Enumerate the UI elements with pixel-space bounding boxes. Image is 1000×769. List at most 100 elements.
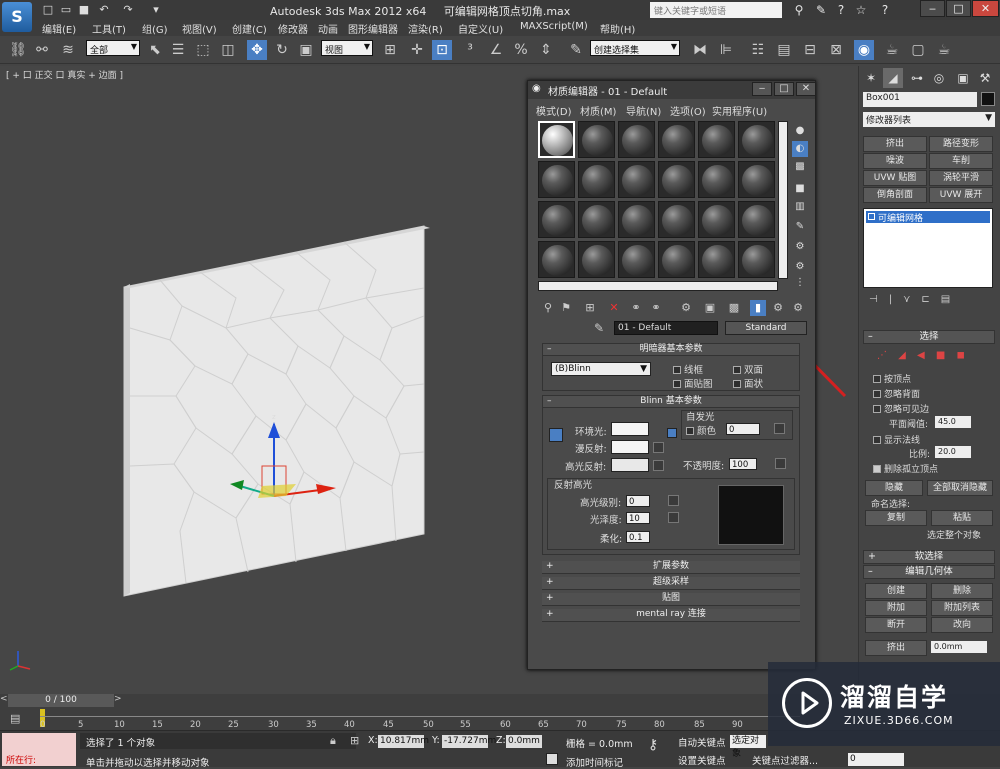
sample-slot[interactable]	[578, 201, 615, 238]
unwrap-uvw-button[interactable]: UVW 展开	[929, 187, 993, 203]
viewport-label[interactable]: [ + 口 正交 口 真实 + 边面 ]	[6, 68, 123, 81]
maps-rollout-header[interactable]: + 贴图	[542, 593, 800, 606]
menu-customize[interactable]: 自定义(U)	[458, 21, 503, 36]
detach-button[interactable]: 断开	[865, 617, 927, 633]
sample-slot[interactable]	[738, 201, 775, 238]
delete-isolated-checkbox[interactable]: 删除孤立顶点	[873, 462, 938, 475]
bind-space-warp-icon[interactable]: ≋	[58, 40, 78, 60]
diffuse-map-button[interactable]	[653, 442, 664, 453]
menu-help[interactable]: 帮助(H)	[600, 21, 635, 36]
options-icon[interactable]: ⚙	[792, 239, 808, 255]
me-menu-modes[interactable]: 模式(D)	[536, 103, 572, 118]
sample-slots-scrollbar[interactable]	[778, 121, 788, 279]
sample-uv-tiling-icon[interactable]: ■	[792, 181, 808, 197]
make-preview-icon[interactable]: ✎	[792, 219, 808, 235]
sample-slot[interactable]	[538, 241, 575, 278]
attach-list-button[interactable]: 附加列表	[931, 600, 993, 616]
stack-tools-icons[interactable]: ⊣|⋎⊏▤	[869, 294, 989, 308]
rect-selection-icon[interactable]: ⬚	[193, 40, 213, 60]
menu-rendering[interactable]: 渲染(R)	[408, 21, 443, 36]
faceted-checkbox[interactable]: 面状	[733, 376, 763, 390]
minimize-button[interactable]: ‒	[920, 0, 945, 17]
menu-modifiers[interactable]: 修改器	[278, 21, 308, 36]
soft-selection-rollout-header[interactable]: + 软选择	[863, 550, 995, 564]
maxscript-listener[interactable]: 所在行:	[2, 733, 76, 766]
lock-ambient-diffuse-icon[interactable]	[549, 428, 563, 442]
time-prev-icon[interactable]: <	[0, 694, 8, 707]
delete-button[interactable]: 删除	[931, 583, 993, 599]
percent-snap-icon[interactable]: %	[511, 40, 531, 60]
glossiness-map-button[interactable]	[668, 512, 679, 523]
binoculars-icon[interactable]: ⚲	[790, 1, 808, 19]
get-material-icon[interactable]: ⚲	[540, 300, 556, 316]
key-filters-button[interactable]: 关键点过滤器...	[752, 753, 818, 767]
go-to-parent-icon[interactable]: ⚙	[770, 300, 786, 316]
self-illum-spinner[interactable]: 0	[726, 423, 760, 435]
absolute-mode-icon[interactable]: ⊞	[350, 734, 359, 747]
me-close-button[interactable]: ✕	[796, 82, 816, 96]
by-vertex-checkbox[interactable]: 按顶点	[873, 372, 911, 385]
me-menu-options[interactable]: 选项(O)	[670, 103, 706, 118]
window-crossing-icon[interactable]: ◫	[218, 40, 238, 60]
redo-icon[interactable]: ↷	[120, 2, 136, 17]
ignore-visible-edges-checkbox[interactable]: 忽略可见边	[873, 402, 929, 415]
specular-color-swatch[interactable]	[611, 458, 649, 472]
search-input[interactable]: 键入关键字或短语	[650, 2, 782, 18]
angle-snap-icon[interactable]: ∠	[486, 40, 506, 60]
render-setup-icon[interactable]: ☕	[882, 40, 902, 60]
time-tag-icon[interactable]	[546, 753, 558, 765]
sample-slot[interactable]	[658, 161, 695, 198]
hide-button[interactable]: 隐藏	[865, 480, 923, 496]
set-key-button[interactable]: 设置关键点	[678, 753, 726, 767]
z-coord-field[interactable]: 0.0mm	[506, 735, 542, 748]
tools-icon[interactable]: ✎	[812, 1, 830, 19]
curve-editor-icon[interactable]: ⊟	[800, 40, 820, 60]
extrude-amount-spinner[interactable]: 0.0mm	[931, 641, 987, 653]
pick-material-dropper-icon[interactable]: ✎	[594, 321, 604, 335]
layer-manager-icon[interactable]: ☷	[748, 40, 768, 60]
quick-access-dropdown-icon[interactable]: ▾	[148, 2, 164, 17]
link-icon[interactable]: ⛓	[8, 40, 28, 60]
selection-rollout-header[interactable]: – 选择	[863, 330, 995, 344]
specular-map-button[interactable]	[653, 460, 664, 471]
sample-slot[interactable]	[698, 161, 735, 198]
put-to-scene-icon[interactable]: ⚑	[558, 300, 574, 316]
mini-curve-editor-icon[interactable]: ▤	[10, 712, 26, 726]
material-navigator-icon[interactable]: ⋮	[792, 275, 808, 291]
modify-tab-icon[interactable]: ◢	[883, 68, 903, 88]
extended-params-rollout-header[interactable]: + 扩展参数	[542, 561, 800, 574]
assign-to-selection-icon[interactable]: ⊞	[582, 300, 598, 316]
menu-views[interactable]: 视图(V)	[182, 21, 217, 36]
paste-button[interactable]: 粘贴	[931, 510, 993, 526]
sample-slot[interactable]	[578, 161, 615, 198]
spec-level-map-button[interactable]	[668, 495, 679, 506]
make-copy-icon[interactable]: ⚭	[628, 300, 644, 316]
spec-level-spinner[interactable]: 0	[626, 495, 650, 507]
planar-threshold-spinner[interactable]: 45.0	[935, 416, 971, 428]
keyboard-shortcut-icon[interactable]: ⊡	[432, 40, 452, 60]
two-sided-checkbox[interactable]: 双面	[733, 362, 763, 376]
sample-slot[interactable]	[658, 201, 695, 238]
utilities-tab-icon[interactable]: ⚒	[975, 68, 995, 88]
rotate-icon[interactable]: ↻	[272, 40, 292, 60]
path-deform-button[interactable]: 路径变形	[929, 136, 993, 152]
opacity-spinner[interactable]: 100	[729, 458, 757, 470]
me-menu-navigation[interactable]: 导航(N)	[626, 103, 661, 118]
sample-slot[interactable]	[618, 161, 655, 198]
sample-slot[interactable]	[738, 241, 775, 278]
move-icon[interactable]: ✥	[247, 40, 267, 60]
selected-filter-select[interactable]: 选定对象	[730, 735, 766, 759]
sub-object-level-icons[interactable]: ⋰ ◢ ◀ ■ ◼	[877, 350, 987, 362]
menu-edit[interactable]: 编辑(E)	[42, 21, 76, 36]
close-button[interactable]: ✕	[972, 0, 999, 17]
select-by-name-icon[interactable]: ☰	[168, 40, 188, 60]
me-minimize-button[interactable]: ‒	[752, 82, 772, 96]
sample-slot[interactable]	[698, 241, 735, 278]
background-icon[interactable]: ▩	[792, 159, 808, 175]
sample-slot[interactable]	[578, 241, 615, 278]
menu-graph-editors[interactable]: 图形编辑器	[348, 21, 398, 36]
sample-type-icon[interactable]: ●	[792, 123, 808, 139]
sample-slot[interactable]	[738, 121, 775, 158]
selection-lock-icon[interactable]: 🔒︎	[330, 734, 336, 748]
sample-slot[interactable]	[698, 121, 735, 158]
